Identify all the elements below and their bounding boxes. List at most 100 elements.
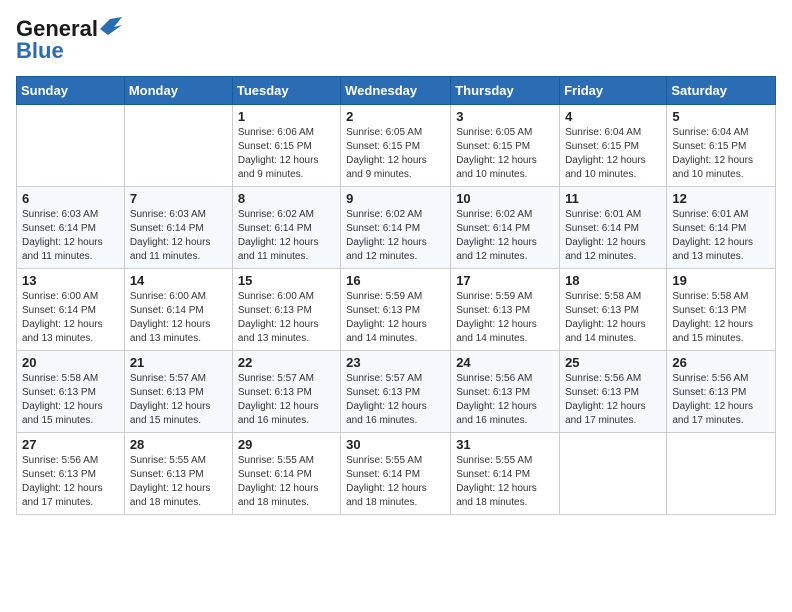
day-number: 1 [238, 109, 335, 124]
calendar-cell: 1 Sunrise: 6:06 AM Sunset: 6:15 PM Daylig… [232, 105, 340, 187]
calendar-cell: 4Sunrise: 6:04 AM Sunset: 6:15 PM Daylig… [560, 105, 667, 187]
calendar-week-row: 13 Sunrise: 6:00 AM Sunset: 6:14 PM Dayli… [17, 269, 776, 351]
calendar-cell: 17 Sunrise: 5:59 AM Sunset: 6:13 PM Dayli… [451, 269, 560, 351]
col-header-tuesday: Tuesday [232, 77, 340, 105]
day-number: 31 [456, 437, 554, 452]
day-info: Sunrise: 6:03 AM Sunset: 6:14 PM Dayligh… [22, 208, 119, 264]
day-info: Sunrise: 5:59 AM Sunset: 6:13 PM Dayligh… [346, 290, 445, 346]
day-info: Sunrise: 5:57 AM Sunset: 6:13 PM Dayligh… [130, 372, 227, 428]
calendar-cell: 8Sunrise: 6:02 AM Sunset: 6:14 PM Daylig… [232, 187, 340, 269]
col-header-friday: Friday [560, 77, 667, 105]
calendar-week-row: 27Sunrise: 5:56 AM Sunset: 6:13 PM Dayli… [17, 433, 776, 515]
day-number: 11 [565, 191, 661, 206]
day-info: Sunrise: 6:05 AM Sunset: 6:15 PM Dayligh… [346, 126, 445, 182]
day-number: 10 [456, 191, 554, 206]
day-number: 19 [672, 273, 770, 288]
day-info: Sunrise: 6:01 AM Sunset: 6:14 PM Dayligh… [565, 208, 661, 264]
calendar-cell: 25 Sunrise: 5:56 AM Sunset: 6:13 PM Dayli… [560, 351, 667, 433]
calendar-cell: 21Sunrise: 5:57 AM Sunset: 6:13 PM Dayli… [124, 351, 232, 433]
calendar-cell [560, 433, 667, 515]
day-info: Sunrise: 5:55 AM Sunset: 6:14 PM Dayligh… [238, 454, 335, 510]
day-info: Sunrise: 6:02 AM Sunset: 6:14 PM Dayligh… [456, 208, 554, 264]
calendar-cell: 5Sunrise: 6:04 AM Sunset: 6:15 PM Daylig… [667, 105, 776, 187]
day-number: 25 [565, 355, 661, 370]
day-number: 13 [22, 273, 119, 288]
calendar-cell: 19 Sunrise: 5:58 AM Sunset: 6:13 PM Dayli… [667, 269, 776, 351]
calendar-cell: 28 Sunrise: 5:55 AM Sunset: 6:13 PM Dayli… [124, 433, 232, 515]
day-info: Sunrise: 6:01 AM Sunset: 6:14 PM Dayligh… [672, 208, 770, 264]
calendar-cell: 24 Sunrise: 5:56 AM Sunset: 6:13 PM Dayli… [451, 351, 560, 433]
day-number: 24 [456, 355, 554, 370]
logo: General Blue [16, 16, 122, 64]
day-number: 29 [238, 437, 335, 452]
day-number: 26 [672, 355, 770, 370]
calendar-table: SundayMondayTuesdayWednesdayThursdayFrid… [16, 76, 776, 515]
calendar-cell: 10 Sunrise: 6:02 AM Sunset: 6:14 PM Dayli… [451, 187, 560, 269]
day-info: Sunrise: 6:03 AM Sunset: 6:14 PM Dayligh… [130, 208, 227, 264]
day-info: Sunrise: 5:57 AM Sunset: 6:13 PM Dayligh… [238, 372, 335, 428]
day-info: Sunrise: 6:00 AM Sunset: 6:14 PM Dayligh… [130, 290, 227, 346]
day-number: 14 [130, 273, 227, 288]
day-info: Sunrise: 5:56 AM Sunset: 6:13 PM Dayligh… [456, 372, 554, 428]
calendar-cell: 7 Sunrise: 6:03 AM Sunset: 6:14 PM Daylig… [124, 187, 232, 269]
day-info: Sunrise: 5:58 AM Sunset: 6:13 PM Dayligh… [672, 290, 770, 346]
calendar-cell: 16 Sunrise: 5:59 AM Sunset: 6:13 PM Dayli… [341, 269, 451, 351]
day-info: Sunrise: 5:59 AM Sunset: 6:13 PM Dayligh… [456, 290, 554, 346]
day-info: Sunrise: 5:58 AM Sunset: 6:13 PM Dayligh… [565, 290, 661, 346]
day-info: Sunrise: 6:02 AM Sunset: 6:14 PM Dayligh… [346, 208, 445, 264]
calendar-cell: 13 Sunrise: 6:00 AM Sunset: 6:14 PM Dayli… [17, 269, 125, 351]
day-number: 2 [346, 109, 445, 124]
calendar-cell: 20 Sunrise: 5:58 AM Sunset: 6:13 PM Dayli… [17, 351, 125, 433]
day-number: 17 [456, 273, 554, 288]
day-info: Sunrise: 5:57 AM Sunset: 6:13 PM Dayligh… [346, 372, 445, 428]
col-header-saturday: Saturday [667, 77, 776, 105]
day-info: Sunrise: 6:00 AM Sunset: 6:13 PM Dayligh… [238, 290, 335, 346]
calendar-header-row: SundayMondayTuesdayWednesdayThursdayFrid… [17, 77, 776, 105]
col-header-wednesday: Wednesday [341, 77, 451, 105]
calendar-cell: 29 Sunrise: 5:55 AM Sunset: 6:14 PM Dayli… [232, 433, 340, 515]
logo-blue: Blue [16, 38, 64, 64]
day-info: Sunrise: 5:56 AM Sunset: 6:13 PM Dayligh… [565, 372, 661, 428]
col-header-monday: Monday [124, 77, 232, 105]
day-info: Sunrise: 6:04 AM Sunset: 6:15 PM Dayligh… [565, 126, 661, 182]
day-number: 30 [346, 437, 445, 452]
calendar-cell: 15 Sunrise: 6:00 AM Sunset: 6:13 PM Dayli… [232, 269, 340, 351]
calendar-cell: 23 Sunrise: 5:57 AM Sunset: 6:13 PM Dayli… [341, 351, 451, 433]
day-number: 15 [238, 273, 335, 288]
day-number: 23 [346, 355, 445, 370]
day-info: Sunrise: 5:55 AM Sunset: 6:13 PM Dayligh… [130, 454, 227, 510]
calendar-cell: 22Sunrise: 5:57 AM Sunset: 6:13 PM Dayli… [232, 351, 340, 433]
day-number: 6 [22, 191, 119, 206]
col-header-sunday: Sunday [17, 77, 125, 105]
day-info: Sunrise: 6:04 AM Sunset: 6:15 PM Dayligh… [672, 126, 770, 182]
calendar-cell: 18Sunrise: 5:58 AM Sunset: 6:13 PM Dayli… [560, 269, 667, 351]
calendar-cell [667, 433, 776, 515]
logo-bird-icon [100, 17, 122, 35]
calendar-cell [17, 105, 125, 187]
day-info: Sunrise: 6:06 AM Sunset: 6:15 PM Dayligh… [238, 126, 335, 182]
col-header-thursday: Thursday [451, 77, 560, 105]
calendar-cell: 30 Sunrise: 5:55 AM Sunset: 6:14 PM Dayli… [341, 433, 451, 515]
calendar-cell: 11 Sunrise: 6:01 AM Sunset: 6:14 PM Dayli… [560, 187, 667, 269]
calendar-cell: 6 Sunrise: 6:03 AM Sunset: 6:14 PM Daylig… [17, 187, 125, 269]
day-info: Sunrise: 6:05 AM Sunset: 6:15 PM Dayligh… [456, 126, 554, 182]
calendar-cell [124, 105, 232, 187]
calendar-cell: 2 Sunrise: 6:05 AM Sunset: 6:15 PM Daylig… [341, 105, 451, 187]
calendar-cell: 12 Sunrise: 6:01 AM Sunset: 6:14 PM Dayli… [667, 187, 776, 269]
day-number: 12 [672, 191, 770, 206]
day-number: 27 [22, 437, 119, 452]
day-info: Sunrise: 5:55 AM Sunset: 6:14 PM Dayligh… [346, 454, 445, 510]
day-info: Sunrise: 6:00 AM Sunset: 6:14 PM Dayligh… [22, 290, 119, 346]
day-info: Sunrise: 5:56 AM Sunset: 6:13 PM Dayligh… [672, 372, 770, 428]
page-header: General Blue [16, 16, 776, 64]
day-number: 16 [346, 273, 445, 288]
calendar-week-row: 6 Sunrise: 6:03 AM Sunset: 6:14 PM Daylig… [17, 187, 776, 269]
day-number: 8 [238, 191, 335, 206]
day-number: 9 [346, 191, 445, 206]
day-info: Sunrise: 5:58 AM Sunset: 6:13 PM Dayligh… [22, 372, 119, 428]
calendar-cell: 14 Sunrise: 6:00 AM Sunset: 6:14 PM Dayli… [124, 269, 232, 351]
day-number: 28 [130, 437, 227, 452]
calendar-cell: 9 Sunrise: 6:02 AM Sunset: 6:14 PM Daylig… [341, 187, 451, 269]
day-number: 20 [22, 355, 119, 370]
day-number: 7 [130, 191, 227, 206]
